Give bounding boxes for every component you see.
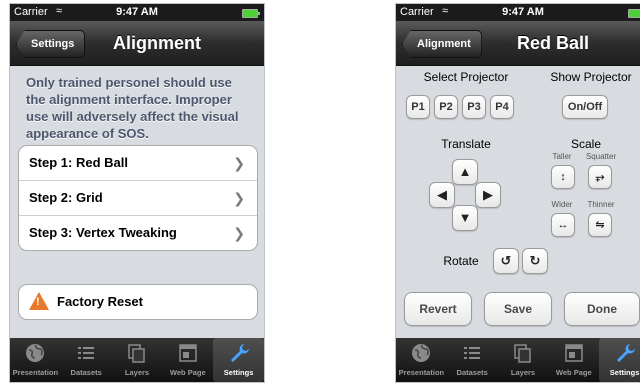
save-button[interactable]: Save [484,292,552,326]
time-label: 9:47 AM [116,6,158,18]
chevron-right-icon: ❯ [233,190,245,206]
select-projector-label: Select Projector [423,70,509,84]
step-1-label: Step 1: Red Ball [29,155,128,170]
tab-label: Presentation [398,368,445,377]
tab-bar: Presentation Datasets Layers Web Page Se… [396,338,640,382]
battery-icon [242,9,260,18]
factory-reset-group: ! Factory Reset [18,284,258,320]
chevron-right-icon: ❯ [233,155,245,171]
projector-p2-button[interactable]: P2 [434,95,458,119]
status-bar: Carrier ≈ 9:47 AM [396,4,640,21]
projector-p4-button[interactable]: P4 [490,95,514,119]
translate-label: Translate [441,137,491,151]
globe-icon [26,344,45,362]
translate-left-button[interactable]: ◀ [429,182,455,208]
translate-up-button[interactable]: ▲ [452,159,478,185]
arrow-vertical-compress-icon: ⥅ [595,171,605,183]
scale-wider-button[interactable]: ↔ [551,213,575,237]
step-1-row[interactable]: Step 1: Red Ball ❯ [19,146,257,181]
rotate-left-icon: ↺ [500,253,512,268]
steps-list: Step 1: Red Ball ❯ Step 2: Grid ❯ Step 3… [18,145,258,251]
page-title: Alignment [113,33,201,53]
nav-bar: Alignment Red Ball [396,21,640,66]
wider-label: Wider [551,200,573,209]
arrow-up-icon: ▲ [458,164,472,179]
tab-label: Settings [223,368,254,377]
arrow-horizontal-compress-icon: ⇋ [595,219,605,231]
factory-reset-button[interactable]: ! Factory Reset [19,285,257,319]
tab-presentation[interactable]: Presentation [10,338,61,382]
projector-p1-button[interactable]: P1 [406,95,430,119]
page-title: Red Ball [516,33,590,53]
list-icon [78,347,95,359]
arrow-left-icon: ◀ [437,187,447,202]
step-3-label: Step 3: Vertex Tweaking [29,225,177,240]
status-bar: Carrier ≈ 9:47 AM [10,4,264,21]
rotate-label: Rotate [443,254,479,268]
tab-settings[interactable]: Settings [213,338,264,382]
time-label: 9:47 AM [502,6,544,18]
warning-icon: ! [29,292,49,310]
step-2-label: Step 2: Grid [29,190,103,205]
tab-bar: Presentation Datasets Layers Web Page Se… [10,338,264,382]
webpage-icon [179,344,197,362]
arrow-right-icon: ▶ [483,187,493,202]
taller-label: Taller [552,152,572,161]
tab-label: Web Page [555,368,592,377]
tab-label: Datasets [70,368,102,377]
rotate-ccw-button[interactable]: ↺ [493,248,519,274]
tab-web-page[interactable]: Web Page [548,338,599,382]
tab-settings[interactable]: Settings [599,338,640,382]
tab-web-page[interactable]: Web Page [162,338,213,382]
done-button[interactable]: Done [564,292,640,326]
rotate-right-icon: ↻ [529,253,541,268]
tab-label: Layers [124,368,150,377]
tab-datasets[interactable]: Datasets [447,338,498,382]
tab-label: Layers [510,368,536,377]
arrow-vertical-expand-icon: ↕ [560,171,566,183]
step-2-row[interactable]: Step 2: Grid ❯ [19,181,257,216]
projector-p3-button[interactable]: P3 [462,95,486,119]
tab-datasets[interactable]: Datasets [61,338,112,382]
scale-thinner-button[interactable]: ⇋ [588,213,612,237]
scale-taller-button[interactable]: ↕ [551,165,575,189]
revert-button[interactable]: Revert [404,292,472,326]
globe-icon [412,344,431,362]
translate-down-button[interactable]: ▼ [452,205,478,231]
tab-label: Presentation [12,368,59,377]
layers-icon [128,344,145,363]
red-ball-screen: Carrier ≈ 9:47 AM Alignment Red Ball Sel… [396,4,640,382]
warning-text: Only trained personel should use the ali… [26,75,239,141]
step-3-row[interactable]: Step 3: Vertex Tweaking ❯ [19,216,257,250]
squatter-label: Squatter [585,152,617,161]
alignment-screen: Carrier ≈ 9:47 AM Settings Alignment Onl… [10,4,264,382]
show-projector-toggle[interactable]: On/Off [562,95,608,119]
wrench-icon [616,344,635,362]
webpage-icon [565,344,583,362]
battery-icon [628,9,640,18]
tab-presentation[interactable]: Presentation [396,338,447,382]
wrench-icon [230,344,249,362]
rotate-cw-button[interactable]: ↻ [522,248,548,274]
layers-icon [514,344,531,363]
thinner-label: Thinner [587,200,615,209]
show-projector-label: Show Projector [550,70,632,84]
arrow-down-icon: ▼ [458,210,472,225]
nav-bar: Settings Alignment [10,21,264,66]
tab-label: Web Page [169,368,206,377]
tab-label: Datasets [456,368,488,377]
scale-squatter-button[interactable]: ⥅ [588,165,612,189]
factory-reset-label: Factory Reset [57,294,143,309]
tab-label: Settings [609,368,640,377]
tab-layers[interactable]: Layers [498,338,549,382]
chevron-right-icon: ❯ [233,225,245,241]
list-icon [464,347,481,359]
tab-layers[interactable]: Layers [112,338,163,382]
arrow-horizontal-expand-icon: ↔ [557,219,569,231]
scale-label: Scale [570,137,602,151]
translate-right-button[interactable]: ▶ [475,182,501,208]
